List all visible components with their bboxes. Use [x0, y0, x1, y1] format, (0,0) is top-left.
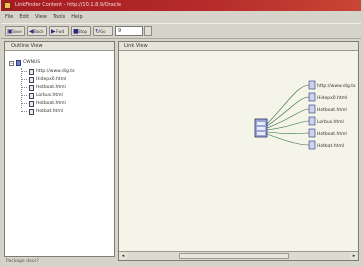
link-view-header: Link View: [119, 42, 358, 51]
link-line: [266, 108, 310, 129]
tree-item[interactable]: Lorbus.html: [21, 92, 63, 99]
forward-button[interactable]: ▶ Fwd: [49, 26, 69, 36]
tree-item[interactable]: Hidepx0.html: [21, 76, 66, 83]
tree-root-label: CWNUS: [23, 60, 41, 65]
page-icon: [29, 108, 34, 115]
link-lines: [266, 84, 310, 146]
tree-item[interactable]: http://www.dig.tx: [21, 68, 75, 75]
link-line: [266, 96, 310, 127]
outline-panel: Outline View − CWNUS http://www.dig.tx H…: [4, 41, 115, 257]
depth-input[interactable]: 9: [115, 26, 143, 36]
collapse-icon[interactable]: −: [9, 60, 14, 66]
menu-tools[interactable]: Tools: [53, 12, 65, 22]
link-node[interactable]: Hotboat.html: [308, 128, 347, 138]
link-line: [266, 131, 310, 134]
link-node[interactable]: Hidepx0.html: [308, 92, 347, 102]
tree-item[interactable]: Hotboat.html: [21, 100, 66, 107]
svg-text:Hotboat.html: Hotboat.html: [317, 107, 347, 113]
link-graph[interactable]: http://www.dig.tx Hidepx0.html Hotboat.h…: [119, 51, 358, 250]
svg-text:Hotbat.html: Hotbat.html: [317, 143, 344, 149]
page-icon: [29, 92, 34, 99]
menu-help[interactable]: Help: [71, 12, 82, 22]
title-bar[interactable]: LinkFinder Content - http://10.1.8.9/Ora…: [1, 0, 361, 11]
hub-node[interactable]: [254, 118, 268, 138]
svg-text:Lorbus.html: Lorbus.html: [317, 119, 344, 125]
page-icon: [29, 84, 34, 91]
menu-edit[interactable]: Edit: [19, 12, 29, 22]
toolbar: ▣ Save ◀ Back ▶ Fwd ■ Stop ↻ Go 9: [1, 23, 361, 39]
page-icon: [29, 76, 34, 83]
svg-text:Hidepx0.html: Hidepx0.html: [317, 95, 347, 101]
menu-file[interactable]: File: [5, 12, 13, 22]
menu-view[interactable]: View: [35, 12, 47, 22]
page-icon: [29, 68, 34, 75]
link-node[interactable]: Lorbus.html: [308, 116, 344, 126]
link-node[interactable]: http://www.dig.tx: [308, 80, 356, 90]
stop-button[interactable]: ■ Stop: [71, 26, 91, 36]
tree-item[interactable]: Hotbat.html: [21, 108, 63, 115]
outline-header: Outline View: [5, 42, 114, 51]
back-button[interactable]: ◀ Back: [27, 26, 47, 36]
menu-bar: File Edit View Tools Help: [1, 12, 361, 22]
link-node[interactable]: Hotboat.html: [308, 104, 347, 114]
page-icon: [29, 100, 34, 107]
refresh-button[interactable]: ↻ Go: [93, 26, 113, 36]
link-node[interactable]: Hotbat.html: [308, 140, 344, 150]
depth-dropdown-button[interactable]: [144, 26, 152, 36]
window-title: LinkFinder Content - http://10.1.8.9/Ora…: [15, 2, 122, 8]
forward-icon: ▶: [51, 28, 56, 35]
svg-text:Hotboat.html: Hotboat.html: [317, 131, 347, 137]
tree-item[interactable]: Hotboat.html: [21, 84, 66, 91]
link-line: [266, 133, 310, 146]
app-icon: [4, 2, 11, 9]
back-icon: ◀: [29, 28, 34, 35]
app-window: LinkFinder Content - http://10.1.8.9/Ora…: [1, 0, 361, 266]
link-view-panel: Link View http://www.dig.tx Hidepx0.html…: [118, 41, 359, 261]
site-icon: [16, 60, 21, 66]
save-button[interactable]: ▣ Save: [5, 26, 25, 36]
status-bar: Package docs?: [6, 259, 39, 264]
tree-root[interactable]: − CWNUS: [9, 59, 40, 67]
svg-text:http://www.dig.tx: http://www.dig.tx: [317, 83, 356, 89]
